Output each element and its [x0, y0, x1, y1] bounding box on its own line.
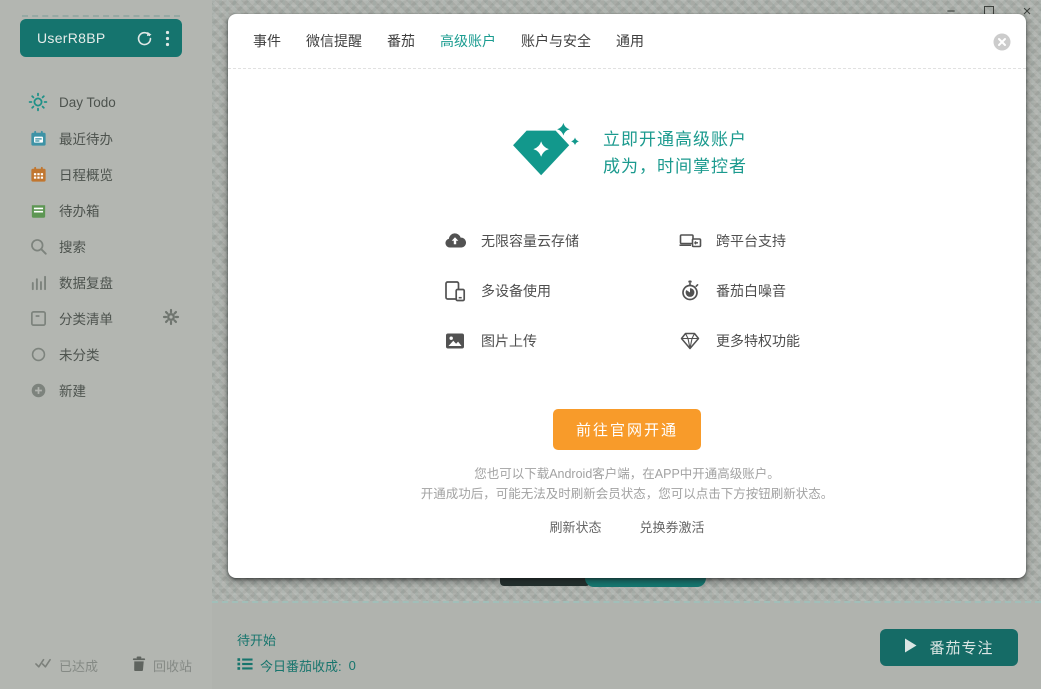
feature-label: 更多特权功能 — [716, 331, 800, 351]
sidebar: UserR8BP Day Todo 最近待办 — [0, 0, 212, 689]
premium-hero: 立即开通高级账户 成为，时间掌控者 — [228, 123, 1026, 183]
sidebar-item-label: 新建 — [59, 380, 86, 400]
feature-label: 图片上传 — [481, 331, 537, 351]
note-line1: 您也可以下载Android客户端，在APP中开通高级账户。 — [228, 464, 1026, 484]
premium-notes: 您也可以下载Android客户端，在APP中开通高级账户。 开通成功后，可能无法… — [228, 464, 1026, 504]
play-icon — [904, 638, 917, 657]
sidebar-item-label: 搜索 — [59, 236, 86, 256]
pomodoro-status: 待开始 今日番茄收成: 0 — [237, 630, 356, 675]
sidebar-item-category-list[interactable]: 分类清单 — [0, 300, 212, 336]
feature-white-noise: 番茄白噪音 — [678, 279, 913, 303]
note-line2: 开通成功后，可能无法及时刷新会员状态，您可以点击下方按钮刷新状态。 — [228, 484, 1026, 504]
username-label: UserR8BP — [37, 30, 136, 46]
tab-account-security[interactable]: 账户与安全 — [521, 31, 591, 51]
sidebar-item-recycle-bin[interactable]: 回收站 — [132, 656, 192, 675]
calendar-check-icon — [28, 128, 48, 148]
settings-tabs: 事件 微信提醒 番茄 高级账户 账户与安全 通用 — [228, 14, 1026, 69]
tab-general[interactable]: 通用 — [616, 31, 644, 51]
tab-pomodoro[interactable]: 番茄 — [387, 31, 415, 51]
circle-icon — [28, 344, 48, 364]
sidebar-item-uncategorized[interactable]: 未分类 — [0, 336, 212, 372]
inbox-icon — [28, 200, 48, 220]
user-account-button[interactable]: UserR8BP — [20, 19, 182, 57]
feature-multi-device: 多设备使用 — [443, 279, 678, 303]
sidebar-item-schedule-overview[interactable]: 日程概览 — [0, 156, 212, 192]
refresh-status-link[interactable]: 刷新状态 — [549, 517, 601, 536]
feature-cross-platform: 跨平台支持 — [678, 229, 913, 253]
cross-platform-icon — [678, 229, 702, 253]
list-box-icon — [28, 308, 48, 328]
focus-button-label: 番茄专注 — [929, 637, 993, 658]
sidebar-item-label: 最近待办 — [59, 128, 113, 148]
plus-circle-icon — [28, 380, 48, 400]
double-check-icon — [35, 657, 52, 673]
tab-events[interactable]: 事件 — [253, 31, 281, 51]
hero-title-line2: 成为，时间掌控者 — [603, 153, 747, 180]
sun-icon — [28, 92, 48, 112]
trash-icon — [132, 656, 146, 674]
voucher-activate-link[interactable]: 兑换券激活 — [640, 517, 705, 536]
premium-features-grid: 无限容量云存储 跨平台支持 多设备使用 番茄白噪音 — [443, 229, 1026, 353]
premium-links: 刷新状态 兑换券激活 — [228, 517, 1026, 536]
category-settings-gear-icon[interactable] — [162, 308, 180, 326]
open-premium-website-button[interactable]: 前往官网开通 — [553, 409, 701, 450]
hero-title-line1: 立即开通高级账户 — [603, 126, 747, 153]
settings-modal: 事件 微信提醒 番茄 高级账户 账户与安全 通用 立即开通高级账户 成为，时间掌… — [228, 14, 1026, 578]
sidebar-footer-label: 已达成 — [59, 656, 98, 675]
sync-refresh-icon[interactable] — [136, 30, 153, 47]
feature-image-upload: 图片上传 — [443, 329, 678, 353]
tab-premium-account[interactable]: 高级账户 — [440, 31, 496, 51]
feature-label: 多设备使用 — [481, 281, 551, 301]
multi-device-icon — [443, 279, 467, 303]
sidebar-item-label: 待办箱 — [59, 200, 100, 220]
app-window: − × UserR8BP Day Todo — [0, 0, 1041, 689]
sidebar-item-day-todo[interactable]: Day Todo — [0, 84, 212, 120]
diamond-outline-icon — [678, 329, 702, 353]
sidebar-nav: Day Todo 最近待办 日程概览 待办箱 — [0, 84, 212, 408]
feature-more-privileges: 更多特权功能 — [678, 329, 913, 353]
sidebar-footer-label: 回收站 — [153, 656, 192, 675]
sidebar-item-achieved[interactable]: 已达成 — [35, 656, 98, 675]
stopwatch-icon — [678, 279, 702, 303]
pomodoro-focus-button[interactable]: 番茄专注 — [880, 629, 1018, 666]
premium-hero-title: 立即开通高级账户 成为，时间掌控者 — [603, 126, 747, 180]
bar-chart-icon — [28, 272, 48, 292]
sidebar-item-label: 数据复盘 — [59, 272, 113, 292]
sidebar-item-label: 日程概览 — [59, 164, 113, 184]
sidebar-item-label: 分类清单 — [59, 308, 113, 328]
status-state-label: 待开始 — [237, 630, 356, 649]
diamond-gem-icon — [507, 121, 583, 186]
kebab-menu-icon[interactable] — [165, 30, 170, 47]
sidebar-item-data-review[interactable]: 数据复盘 — [0, 264, 212, 300]
feature-label: 无限容量云存储 — [481, 231, 579, 251]
sidebar-item-search[interactable]: 搜索 — [0, 228, 212, 264]
harvest-count: 0 — [349, 658, 356, 673]
feature-label: 跨平台支持 — [716, 231, 786, 251]
sidebar-top-dashed-line — [22, 15, 180, 17]
sidebar-item-todo-box[interactable]: 待办箱 — [0, 192, 212, 228]
sidebar-item-label: 未分类 — [59, 344, 100, 364]
harvest-label: 今日番茄收成: — [260, 656, 342, 675]
search-icon — [28, 236, 48, 256]
sidebar-item-label: Day Todo — [59, 95, 116, 110]
feature-cloud-storage: 无限容量云存储 — [443, 229, 678, 253]
cloud-upload-icon — [443, 229, 467, 253]
modal-close-icon[interactable] — [993, 33, 1011, 51]
harvest-list-icon — [237, 657, 253, 674]
image-upload-icon — [443, 329, 467, 353]
sidebar-item-recent-todos[interactable]: 最近待办 — [0, 120, 212, 156]
calendar-grid-icon — [28, 164, 48, 184]
sidebar-item-new[interactable]: 新建 — [0, 372, 212, 408]
tab-wechat-reminder[interactable]: 微信提醒 — [306, 31, 362, 51]
feature-label: 番茄白噪音 — [716, 281, 786, 301]
sidebar-footer: 已达成 回收站 — [0, 641, 212, 689]
